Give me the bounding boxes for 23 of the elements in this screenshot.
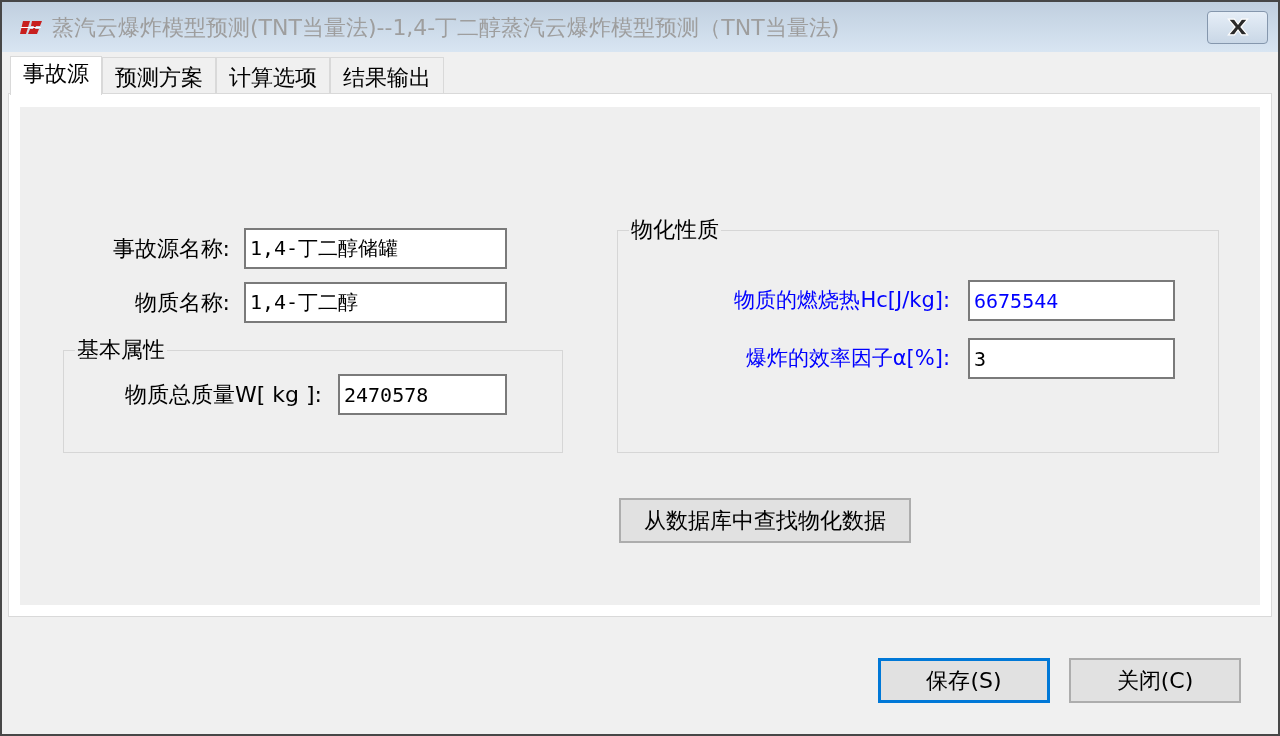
close-button[interactable] [1207, 10, 1268, 44]
field-label: 物质总质量W[ kg ]: [124, 381, 322, 409]
dialog-button[interactable]: 保存(S) [878, 658, 1050, 703]
input-field[interactable]: 2470578 [338, 374, 507, 415]
group-title: 基本属性 [76, 337, 166, 363]
lookup-button[interactable]: 从数据库中查找物化数据 [619, 498, 911, 543]
field-label: 物质的燃烧热Hc[J/kg]: [734, 286, 950, 314]
field-label: 物质名称: [133, 289, 230, 317]
tab[interactable]: 预测方案 [102, 57, 216, 93]
dialog-button[interactable]: 关闭(C) [1069, 658, 1241, 703]
tab[interactable]: 结果输出 [330, 57, 444, 93]
field-label: 事故源名称: [111, 235, 230, 263]
tab[interactable]: 计算选项 [216, 57, 330, 93]
input-field[interactable]: 6675544 [968, 280, 1175, 321]
group-title: 物化性质 [630, 217, 720, 243]
field-label: 爆炸的效率因子α[%]: [745, 344, 950, 372]
tab[interactable]: 事故源 [10, 56, 102, 95]
input-field[interactable]: 3 [968, 338, 1175, 379]
window-title: 蒸汽云爆炸模型预测(TNT当量法)--1,4-丁二醇蒸汽云爆炸模型预测（TNT当量法) [52, 13, 840, 42]
input-field[interactable]: 1,4-丁二醇储罐 [244, 228, 507, 269]
logo-icon [20, 20, 42, 34]
input-field[interactable]: 1,4-丁二醇 [244, 282, 507, 323]
close-icon [1225, 18, 1250, 36]
